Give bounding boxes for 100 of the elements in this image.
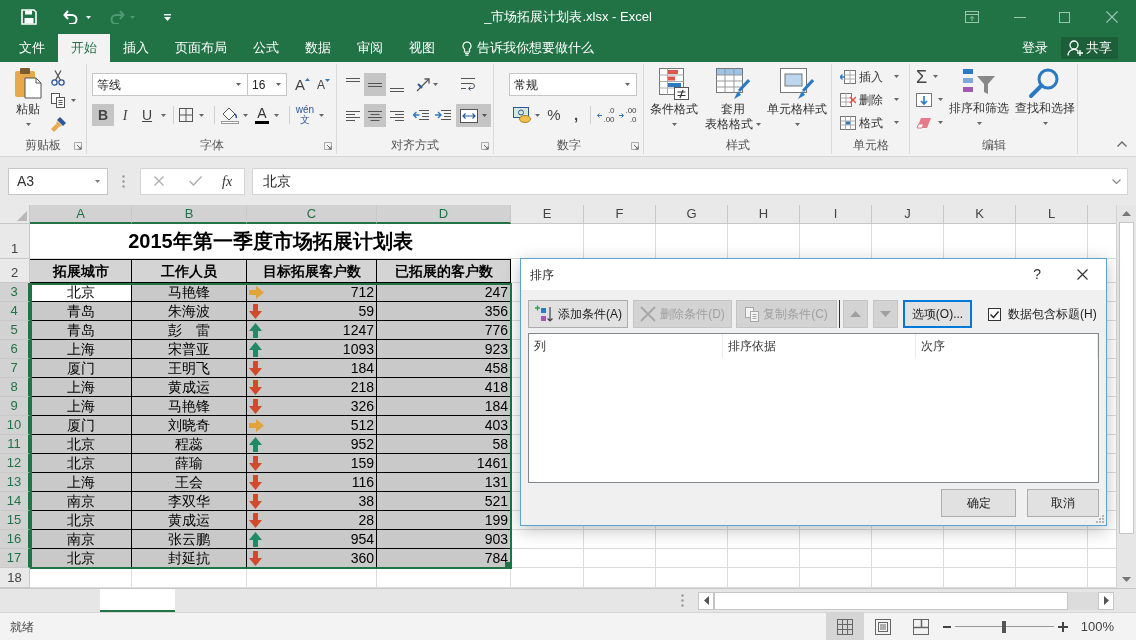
table-cell[interactable]: 马艳锋 (132, 397, 247, 416)
empty-cell[interactable] (872, 549, 944, 568)
table-cell[interactable]: 北京 (30, 435, 132, 454)
caret-icon[interactable] (433, 83, 438, 86)
editing-button[interactable]: 查找和选择 (1014, 67, 1076, 136)
table-cell[interactable]: 159 (247, 454, 377, 473)
dialog-toolbar-button[interactable]: 添加条件(A) (528, 300, 628, 328)
table-cell[interactable]: 黄成运 (132, 378, 247, 397)
table-cell[interactable]: 184 (247, 359, 377, 378)
table-cell[interactable]: 458 (377, 359, 511, 378)
font-color-button[interactable]: A (251, 104, 273, 126)
zoom-thumb[interactable] (1002, 620, 1007, 633)
zoom-out-icon[interactable] (942, 625, 951, 628)
sheet-tab[interactable] (100, 589, 175, 612)
copy-button[interactable] (51, 91, 76, 110)
table-cell[interactable]: 521 (377, 492, 511, 511)
dialog-launcher-icon[interactable] (324, 142, 332, 150)
caret-icon[interactable] (274, 113, 279, 117)
empty-cell[interactable] (728, 530, 800, 549)
table-cell[interactable]: 南京 (30, 492, 132, 511)
row-header[interactable]: 11 (0, 435, 30, 454)
insert-function-button[interactable]: fx (222, 170, 233, 192)
row-header[interactable]: 5 (0, 321, 30, 340)
down-triangle-icon[interactable] (1122, 577, 1131, 582)
style-gallery-button[interactable]: 套用 表格格式 (703, 68, 763, 136)
empty-cell[interactable] (800, 549, 872, 568)
row-header[interactable]: 9 (0, 397, 30, 416)
save-icon[interactable] (21, 9, 37, 25)
style-gallery-button[interactable]: 单元格样式 (765, 68, 829, 136)
scroll-thumb[interactable] (1119, 222, 1134, 534)
help-button[interactable]: ? (1033, 264, 1041, 285)
caret-icon[interactable] (161, 113, 166, 117)
empty-cell[interactable] (584, 530, 656, 549)
caret-icon[interactable] (482, 114, 487, 117)
style-toggle[interactable]: U (136, 104, 158, 126)
table-cell[interactable]: 刘晓奇 (132, 416, 247, 435)
resize-grip-icon[interactable] (1096, 515, 1104, 523)
table-cell[interactable]: 1247 (247, 321, 377, 340)
check-icon[interactable] (189, 176, 202, 186)
table-cell[interactable]: 59 (247, 302, 377, 321)
caret-icon[interactable] (71, 99, 76, 102)
caret-icon[interactable] (534, 113, 540, 117)
formula-input[interactable]: 北京 (252, 167, 1128, 195)
style-toggle[interactable]: I (114, 104, 136, 126)
caret-icon[interactable] (95, 179, 100, 183)
ribbon-tab[interactable]: 插入 (110, 34, 162, 62)
table-cell[interactable]: 418 (377, 378, 511, 397)
row-header[interactable]: 15 (0, 511, 30, 530)
ribbon-display-icon[interactable] (965, 11, 979, 23)
table-cell[interactable]: 58 (377, 435, 511, 454)
row-header[interactable]: 14 (0, 492, 30, 511)
column-header[interactable]: I (800, 205, 872, 224)
row-header[interactable]: 12 (0, 454, 30, 473)
grow-font-button[interactable]: A (295, 73, 315, 96)
ribbon-tab[interactable]: 公式 (240, 34, 292, 62)
table-cell[interactable]: 上海 (30, 397, 132, 416)
column-header[interactable]: D (377, 205, 511, 224)
table-cell[interactable]: 116 (247, 473, 377, 492)
table-cell[interactable]: 厦门 (30, 416, 132, 435)
caret-icon[interactable] (894, 75, 899, 78)
table-cell[interactable]: 青岛 (30, 302, 132, 321)
scroll-left-button[interactable] (698, 591, 714, 610)
style-gallery-button[interactable]: 条件格式 (648, 68, 700, 136)
cells-menu-button[interactable]: 删除 (840, 90, 899, 109)
phonetic-button[interactable]: wén 文 (292, 104, 318, 126)
row-header[interactable]: 6 (0, 340, 30, 359)
empty-cell[interactable] (872, 530, 944, 549)
ribbon-tab[interactable]: 审阅 (344, 34, 396, 62)
style-toggle[interactable]: B (92, 104, 114, 126)
caret-icon[interactable] (625, 83, 630, 86)
expand-chevron-icon[interactable] (1112, 178, 1121, 184)
table-cell[interactable]: 朱海波 (132, 302, 247, 321)
table-cell[interactable]: 北京 (30, 511, 132, 530)
percent-button[interactable]: % (543, 104, 565, 126)
increase-decimal-button[interactable]: .0 .00 (595, 104, 617, 126)
merge-center-button[interactable] (456, 104, 491, 127)
caret-icon[interactable] (243, 113, 248, 117)
undo-icon[interactable] (63, 10, 79, 24)
close-icon[interactable] (1077, 269, 1088, 280)
column-header[interactable]: J (872, 205, 944, 224)
table-cell[interactable]: 1093 (247, 340, 377, 359)
table-cell[interactable]: 彭 雷 (132, 321, 247, 340)
row-header[interactable]: 3 (0, 283, 30, 302)
caret-icon[interactable] (933, 75, 939, 78)
row-header[interactable]: 1 (0, 224, 30, 259)
name-box[interactable]: A3 (8, 167, 108, 195)
column-header[interactable]: K (944, 205, 1016, 224)
row-header[interactable]: 7 (0, 359, 30, 378)
comma-button[interactable]: , (565, 104, 587, 126)
row-header[interactable]: 18 (0, 568, 30, 588)
checkbox[interactable] (988, 307, 1001, 321)
caret-icon[interactable] (938, 121, 943, 124)
fill-handle-icon[interactable] (505, 562, 511, 568)
dialog-button[interactable]: 确定 (941, 489, 1016, 517)
caret-icon[interactable] (1042, 122, 1048, 125)
editing-button[interactable]: 排序和筛选 (948, 67, 1010, 136)
column-header[interactable]: A (30, 205, 132, 224)
table-cell[interactable]: 王会 (132, 473, 247, 492)
table-cell[interactable]: 上海 (30, 378, 132, 397)
zoom-slider[interactable] (954, 620, 1054, 633)
